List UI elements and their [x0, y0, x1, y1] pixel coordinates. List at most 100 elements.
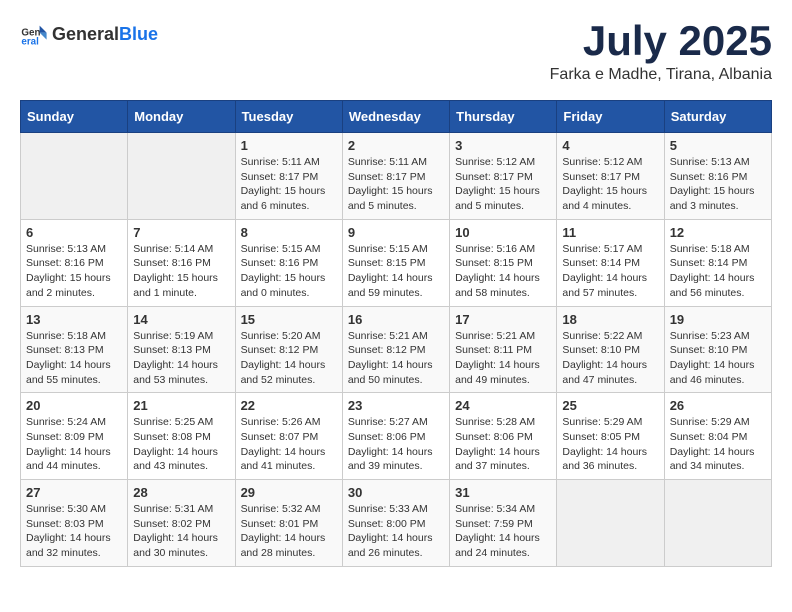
day-info: Sunrise: 5:34 AM Sunset: 7:59 PM Dayligh…	[455, 502, 551, 561]
week-row-1: 1Sunrise: 5:11 AM Sunset: 8:17 PM Daylig…	[21, 133, 772, 220]
calendar-cell	[664, 480, 771, 567]
day-header-saturday: Saturday	[664, 101, 771, 133]
day-info: Sunrise: 5:20 AM Sunset: 8:12 PM Dayligh…	[241, 329, 337, 388]
day-info: Sunrise: 5:16 AM Sunset: 8:15 PM Dayligh…	[455, 242, 551, 301]
day-number: 9	[348, 225, 444, 240]
day-info: Sunrise: 5:22 AM Sunset: 8:10 PM Dayligh…	[562, 329, 658, 388]
day-info: Sunrise: 5:31 AM Sunset: 8:02 PM Dayligh…	[133, 502, 229, 561]
day-info: Sunrise: 5:13 AM Sunset: 8:16 PM Dayligh…	[26, 242, 122, 301]
logo-general: General	[52, 24, 119, 45]
day-info: Sunrise: 5:26 AM Sunset: 8:07 PM Dayligh…	[241, 415, 337, 474]
day-info: Sunrise: 5:18 AM Sunset: 8:13 PM Dayligh…	[26, 329, 122, 388]
calendar-cell: 16 Sunrise: 5:21 AM Sunset: 8:12 PM Dayli…	[342, 306, 449, 393]
calendar-cell: 2Sunrise: 5:11 AM Sunset: 8:17 PM Daylig…	[342, 133, 449, 220]
day-info: Sunrise: 5:12 AM Sunset: 8:17 PM Dayligh…	[455, 155, 551, 214]
calendar-cell: 27 Sunrise: 5:30 AM Sunset: 8:03 PM Dayli…	[21, 480, 128, 567]
calendar-table: SundayMondayTuesdayWednesdayThursdayFrid…	[20, 100, 772, 567]
calendar-cell: 6Sunrise: 5:13 AM Sunset: 8:16 PM Daylig…	[21, 219, 128, 306]
calendar-cell: 13 Sunrise: 5:18 AM Sunset: 8:13 PM Dayli…	[21, 306, 128, 393]
calendar-cell: 29 Sunrise: 5:32 AM Sunset: 8:01 PM Dayli…	[235, 480, 342, 567]
day-number: 7	[133, 225, 229, 240]
logo-blue: Blue	[119, 24, 158, 45]
calendar-cell: 26 Sunrise: 5:29 AM Sunset: 8:04 PM Dayli…	[664, 393, 771, 480]
calendar-header: SundayMondayTuesdayWednesdayThursdayFrid…	[21, 101, 772, 133]
calendar-cell: 19 Sunrise: 5:23 AM Sunset: 8:10 PM Dayli…	[664, 306, 771, 393]
calendar-cell: 17 Sunrise: 5:21 AM Sunset: 8:11 PM Dayli…	[450, 306, 557, 393]
svg-text:eral: eral	[21, 37, 39, 48]
day-number: 21	[133, 398, 229, 413]
calendar-cell: 28 Sunrise: 5:31 AM Sunset: 8:02 PM Dayli…	[128, 480, 235, 567]
day-number: 17	[455, 312, 551, 327]
day-info: Sunrise: 5:30 AM Sunset: 8:03 PM Dayligh…	[26, 502, 122, 561]
day-number: 16	[348, 312, 444, 327]
day-info: Sunrise: 5:11 AM Sunset: 8:17 PM Dayligh…	[241, 155, 337, 214]
calendar-cell: 20Sunrise: 5:24 AM Sunset: 8:09 PM Dayli…	[21, 393, 128, 480]
day-number: 26	[670, 398, 766, 413]
day-info: Sunrise: 5:33 AM Sunset: 8:00 PM Dayligh…	[348, 502, 444, 561]
header-row: SundayMondayTuesdayWednesdayThursdayFrid…	[21, 101, 772, 133]
day-header-wednesday: Wednesday	[342, 101, 449, 133]
day-info: Sunrise: 5:18 AM Sunset: 8:14 PM Dayligh…	[670, 242, 766, 301]
day-number: 19	[670, 312, 766, 327]
day-number: 29	[241, 485, 337, 500]
calendar-cell: 4Sunrise: 5:12 AM Sunset: 8:17 PM Daylig…	[557, 133, 664, 220]
day-info: Sunrise: 5:21 AM Sunset: 8:11 PM Dayligh…	[455, 329, 551, 388]
calendar-cell	[21, 133, 128, 220]
calendar-cell	[557, 480, 664, 567]
day-info: Sunrise: 5:13 AM Sunset: 8:16 PM Dayligh…	[670, 155, 766, 214]
day-number: 5	[670, 138, 766, 153]
day-number: 11	[562, 225, 658, 240]
day-header-thursday: Thursday	[450, 101, 557, 133]
day-header-monday: Monday	[128, 101, 235, 133]
calendar-cell: 30Sunrise: 5:33 AM Sunset: 8:00 PM Dayli…	[342, 480, 449, 567]
day-number: 2	[348, 138, 444, 153]
day-info: Sunrise: 5:29 AM Sunset: 8:04 PM Dayligh…	[670, 415, 766, 474]
day-info: Sunrise: 5:28 AM Sunset: 8:06 PM Dayligh…	[455, 415, 551, 474]
day-number: 27	[26, 485, 122, 500]
calendar-cell: 14Sunrise: 5:19 AM Sunset: 8:13 PM Dayli…	[128, 306, 235, 393]
day-info: Sunrise: 5:15 AM Sunset: 8:15 PM Dayligh…	[348, 242, 444, 301]
calendar-cell: 31 Sunrise: 5:34 AM Sunset: 7:59 PM Dayli…	[450, 480, 557, 567]
calendar-cell: 24Sunrise: 5:28 AM Sunset: 8:06 PM Dayli…	[450, 393, 557, 480]
day-info: Sunrise: 5:27 AM Sunset: 8:06 PM Dayligh…	[348, 415, 444, 474]
header: Gen eral GeneralBlue July 2025 Farka e M…	[20, 20, 772, 84]
calendar-cell: 7Sunrise: 5:14 AM Sunset: 8:16 PM Daylig…	[128, 219, 235, 306]
calendar-cell: 25Sunrise: 5:29 AM Sunset: 8:05 PM Dayli…	[557, 393, 664, 480]
calendar-cell: 21 Sunrise: 5:25 AM Sunset: 8:08 PM Dayli…	[128, 393, 235, 480]
calendar-cell: 23 Sunrise: 5:27 AM Sunset: 8:06 PM Dayli…	[342, 393, 449, 480]
day-number: 14	[133, 312, 229, 327]
calendar-cell: 3Sunrise: 5:12 AM Sunset: 8:17 PM Daylig…	[450, 133, 557, 220]
calendar-cell: 18 Sunrise: 5:22 AM Sunset: 8:10 PM Dayli…	[557, 306, 664, 393]
calendar-cell: 8Sunrise: 5:15 AM Sunset: 8:16 PM Daylig…	[235, 219, 342, 306]
calendar-cell	[128, 133, 235, 220]
day-info: Sunrise: 5:21 AM Sunset: 8:12 PM Dayligh…	[348, 329, 444, 388]
day-header-sunday: Sunday	[21, 101, 128, 133]
day-number: 23	[348, 398, 444, 413]
day-number: 31	[455, 485, 551, 500]
week-row-5: 27 Sunrise: 5:30 AM Sunset: 8:03 PM Dayli…	[21, 480, 772, 567]
day-number: 18	[562, 312, 658, 327]
day-info: Sunrise: 5:12 AM Sunset: 8:17 PM Dayligh…	[562, 155, 658, 214]
location-subtitle: Farka e Madhe, Tirana, Albania	[550, 66, 772, 84]
week-row-4: 20Sunrise: 5:24 AM Sunset: 8:09 PM Dayli…	[21, 393, 772, 480]
day-number: 13	[26, 312, 122, 327]
day-info: Sunrise: 5:32 AM Sunset: 8:01 PM Dayligh…	[241, 502, 337, 561]
calendar-cell: 10 Sunrise: 5:16 AM Sunset: 8:15 PM Dayli…	[450, 219, 557, 306]
day-number: 22	[241, 398, 337, 413]
day-info: Sunrise: 5:25 AM Sunset: 8:08 PM Dayligh…	[133, 415, 229, 474]
day-info: Sunrise: 5:23 AM Sunset: 8:10 PM Dayligh…	[670, 329, 766, 388]
calendar-cell: 22 Sunrise: 5:26 AM Sunset: 8:07 PM Dayli…	[235, 393, 342, 480]
title-block: July 2025 Farka e Madhe, Tirana, Albania	[550, 20, 772, 84]
day-number: 28	[133, 485, 229, 500]
day-number: 10	[455, 225, 551, 240]
day-info: Sunrise: 5:29 AM Sunset: 8:05 PM Dayligh…	[562, 415, 658, 474]
day-number: 20	[26, 398, 122, 413]
calendar-cell: 9 Sunrise: 5:15 AM Sunset: 8:15 PM Daylig…	[342, 219, 449, 306]
day-number: 12	[670, 225, 766, 240]
day-info: Sunrise: 5:17 AM Sunset: 8:14 PM Dayligh…	[562, 242, 658, 301]
calendar-cell: 5 Sunrise: 5:13 AM Sunset: 8:16 PM Daylig…	[664, 133, 771, 220]
calendar-cell: 11 Sunrise: 5:17 AM Sunset: 8:14 PM Dayli…	[557, 219, 664, 306]
week-row-3: 13 Sunrise: 5:18 AM Sunset: 8:13 PM Dayli…	[21, 306, 772, 393]
logo-icon: Gen eral	[20, 20, 48, 48]
day-header-tuesday: Tuesday	[235, 101, 342, 133]
